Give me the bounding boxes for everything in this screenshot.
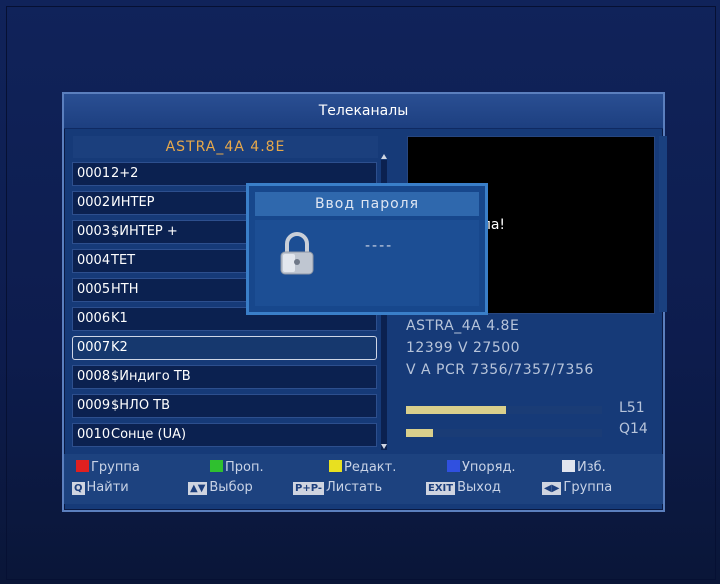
channel-row[interactable]: 0010Сонце (UA)	[72, 423, 377, 447]
legend-label: Листать	[326, 480, 383, 495]
legend-label: Проп.	[225, 460, 264, 475]
channel-number: 0003	[77, 224, 111, 239]
dialog-body: ----	[255, 220, 479, 306]
channel-name: ИНТЕР	[111, 195, 155, 210]
signal-level-fill	[406, 406, 506, 414]
lock-icon	[277, 232, 321, 282]
legend-label: Выбор	[209, 480, 253, 495]
channel-number: 0002	[77, 195, 111, 210]
channel-name: K2	[111, 340, 128, 355]
legend-select: ▲▼ Выбор	[188, 480, 253, 495]
legend-label: Группа	[91, 460, 140, 475]
legend-yellow-edit: Редакт.	[329, 460, 396, 475]
channel-name: ТЕТ	[111, 253, 136, 268]
up-down-key-icon: ▲▼	[188, 482, 208, 495]
legend-find: Q Найти	[72, 480, 129, 495]
legend-red-group: Группа	[76, 460, 140, 475]
channel-row[interactable]: 0008$Индиго ТВ	[72, 365, 377, 389]
preview-side-strip	[659, 136, 667, 312]
info-satellite: ASTRA_4A 4.8E	[406, 318, 520, 334]
channel-number: 0006	[77, 311, 111, 326]
channel-number: 0001	[77, 166, 111, 181]
signal-level-bar	[406, 406, 602, 414]
signal-level-label: L51	[619, 400, 645, 416]
channel-number: 0005	[77, 282, 111, 297]
satellite-header: ASTRA_4A 4.8E	[73, 136, 378, 158]
blue-key-icon	[447, 460, 460, 472]
scroll-down-arrow-icon[interactable]	[381, 444, 387, 449]
password-input[interactable]: ----	[365, 238, 393, 254]
legend-label: Группа	[563, 480, 613, 495]
legend-label: Найти	[86, 480, 129, 495]
legend-group: ◀▶ Группа	[542, 480, 612, 495]
legend-page: P+P- Листать	[293, 480, 382, 495]
legend-exit: EXIT Выход	[426, 480, 501, 495]
yellow-key-icon	[329, 460, 342, 472]
legend-label: Выход	[457, 480, 501, 495]
legend-green-skip: Проп.	[210, 460, 264, 475]
scroll-up-arrow-icon[interactable]	[381, 154, 387, 159]
channel-number: 0009	[77, 398, 111, 413]
channel-name: $НЛО ТВ	[111, 398, 171, 413]
channel-row[interactable]: 0009$НЛО ТВ	[72, 394, 377, 418]
legend-label: Упоряд.	[462, 460, 516, 475]
page-key-icon: P+P-	[293, 482, 325, 495]
channel-number: 0008	[77, 369, 111, 384]
channel-name: $ИНТЕР +	[111, 224, 178, 239]
panel-title: Телеканалы	[64, 94, 663, 129]
channel-name: 2+2	[111, 166, 139, 181]
channel-row-selected[interactable]: 0007K2	[72, 336, 377, 360]
signal-quality-bar	[406, 429, 602, 437]
legend-label: Изб.	[577, 460, 606, 475]
white-key-icon	[562, 460, 575, 472]
signal-quality-fill	[406, 429, 433, 437]
channel-name: НТН	[111, 282, 139, 297]
legend-white-fav: Изб.	[562, 460, 606, 475]
signal-quality-label: Q14	[619, 421, 648, 437]
legend-label: Редакт.	[344, 460, 397, 475]
button-legend: Группа Проп. Редакт. Упоряд. Изб. Q Найти…	[64, 454, 663, 504]
channel-name: Сонце (UA)	[111, 427, 187, 442]
password-dialog: Ввод пароля ----	[246, 183, 488, 315]
channel-name: K1	[111, 311, 128, 326]
info-transponder: 12399 V 27500	[406, 340, 521, 356]
dialog-title: Ввод пароля	[255, 192, 479, 216]
red-key-icon	[76, 460, 89, 472]
channel-number: 0010	[77, 427, 111, 442]
channel-name: $Индиго ТВ	[111, 369, 191, 384]
left-right-key-icon: ◀▶	[542, 482, 562, 495]
exit-key-icon: EXIT	[426, 482, 456, 495]
channel-number: 0004	[77, 253, 111, 268]
green-key-icon	[210, 460, 223, 472]
search-key-icon: Q	[72, 482, 85, 495]
info-pids: V A PCR 7356/7357/7356	[406, 362, 594, 378]
legend-blue-sort: Упоряд.	[447, 460, 516, 475]
channel-number: 0007	[77, 340, 111, 355]
